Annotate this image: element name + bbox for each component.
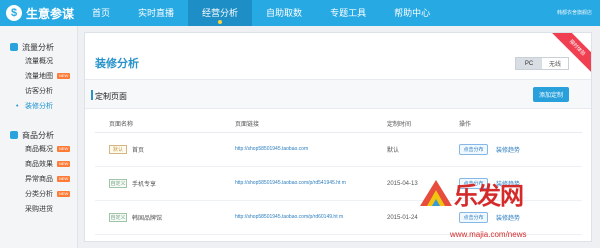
actions-cell: 点击分布 装修趋势 (445, 212, 582, 223)
table-row: 自定义 韩国品牌馆 http://shop58501945.taobao.com… (95, 201, 582, 235)
sidebar-item-product-effect[interactable]: 商品效果 NEW (0, 157, 77, 172)
page-name: 韩国品牌馆 (132, 216, 163, 222)
nav-home[interactable]: 首页 (78, 0, 124, 26)
click-distribution-button[interactable]: 点击分布 (459, 212, 488, 223)
nav-help[interactable]: 帮助中心 (380, 0, 444, 26)
sidebar-item-label: 装修分析 (25, 103, 53, 110)
sidebar-item-visitor-analysis[interactable]: 访客分析 (0, 84, 77, 99)
sidebar-item-purchase[interactable]: 采购进货 (0, 202, 77, 217)
pc-toggle-button[interactable]: PC (516, 58, 542, 69)
table-row: 自定义 手机专享 http://shop58501945.taobao.com/… (95, 167, 582, 201)
custom-pages-table: 页面名称 页面链接 定制时间 操作 默认 首页 http://shop58501… (95, 115, 582, 235)
sidebar-item-label: 商品效果 (25, 161, 53, 168)
sidebar-item-category-analysis[interactable]: 分类分析 NEW (0, 187, 77, 202)
nav-tools[interactable]: 专题工具 (316, 0, 380, 26)
page-name: 首页 (132, 148, 145, 154)
page-link[interactable]: http://shop58501945.taobao.com/p/rd60149… (235, 214, 343, 220)
actions-cell: 点击分布 装修趋势 (445, 144, 582, 155)
sidebar-group-title: 商品分析 (0, 128, 77, 142)
table-row: 默认 首页 http://shop58501945.taobao.com 默认 … (95, 133, 582, 167)
logo-icon: $ (6, 5, 22, 21)
user-name[interactable]: 韩都衣舍旗舰店 (557, 9, 592, 16)
sidebar-item-decoration-analysis[interactable]: 装修分析 (0, 99, 77, 114)
header-actions: 操作 (459, 122, 472, 128)
top-navigation-bar: $ 生意参谋 首页 实时直播 经营分析 自助取数 专题工具 帮助中心 韩都衣舍旗… (0, 0, 600, 26)
app-name: 生意参谋 (26, 6, 75, 21)
page-link[interactable]: http://shop58501945.taobao.com/p/rd54194… (235, 180, 346, 186)
actions-cell: 点击分布 装修趋势 (445, 178, 582, 189)
header-page-name: 页面名称 (109, 122, 134, 128)
custom-time-cell: 2015-01-24 (387, 214, 418, 221)
sidebar: 流量分析 流量概况 流量地图 NEW 访客分析 装修分析 商品分析 商品概况 NEW… (0, 26, 78, 248)
sidebar-item-traffic-map[interactable]: 流量地图 NEW (0, 69, 77, 84)
page-link-cell: http://shop58501945.taobao.com/p/rd60149… (221, 214, 373, 221)
nav-business-analysis[interactable]: 经营分析 (188, 0, 253, 26)
sidebar-item-label: 流量地图 (25, 73, 53, 80)
default-tag: 默认 (109, 145, 127, 154)
new-badge: NEW (57, 191, 71, 198)
page-link-cell: http://shop58501945.taobao.com (221, 146, 373, 153)
custom-tag: 自定义 (109, 179, 127, 188)
sidebar-item-label: 异常商品 (25, 176, 53, 183)
new-badge: NEW (57, 73, 71, 80)
header-page-link: 页面链接 (235, 122, 260, 128)
new-badge: NEW (57, 146, 71, 153)
custom-time-cell: 2015-04-13 (387, 180, 418, 187)
sidebar-item-label: 采购进货 (25, 206, 53, 213)
section-marker (91, 90, 93, 100)
section-title: 定制页面 (95, 92, 127, 101)
page-link[interactable]: http://shop58501945.taobao.com (235, 146, 308, 152)
main-content: 装修分析 限时体验 PC 无线 定制页面 添加定制 页面名称 页面链接 定制时间… (84, 32, 592, 242)
sidebar-item-label: 访客分析 (25, 88, 53, 95)
sidebar-item-product-overview[interactable]: 商品概况 NEW (0, 142, 77, 157)
custom-tag: 自定义 (109, 213, 127, 222)
sidebar-item-traffic-overview[interactable]: 流量概况 (0, 54, 77, 69)
nav-self-data[interactable]: 自助取数 (252, 0, 316, 26)
group-title-text: 商品分析 (22, 130, 54, 140)
page-name-cell: 默认 首页 (95, 145, 221, 154)
new-badge: NEW (57, 176, 71, 183)
page-name-cell: 自定义 韩国品牌馆 (95, 213, 221, 222)
page-link-cell: http://shop58501945.taobao.com/p/rd54194… (221, 180, 373, 187)
traffic-icon (10, 43, 18, 51)
header-custom-time: 定制时间 (387, 122, 412, 128)
app-logo[interactable]: $ 生意参谋 (6, 3, 74, 23)
sidebar-group-title: 流量分析 (0, 40, 77, 54)
sidebar-group-product: 商品分析 商品概况 NEW 商品效果 NEW 异常商品 NEW 分类分析 NEW 采购进… (0, 128, 77, 217)
sidebar-group-traffic: 流量分析 流量概况 流量地图 NEW 访客分析 装修分析 (0, 40, 77, 114)
sidebar-item-label: 商品概况 (25, 146, 53, 153)
custom-pages-header: 定制页面 添加定制 (85, 79, 591, 109)
main-nav: 首页 实时直播 经营分析 自助取数 专题工具 帮助中心 (78, 0, 444, 26)
custom-time-cell: 默认 (387, 148, 400, 154)
page-title: 装修分析 (95, 58, 139, 70)
group-title-text: 流量分析 (22, 42, 54, 52)
wireless-toggle-button[interactable]: 无线 (542, 58, 568, 69)
sidebar-item-label: 分类分析 (25, 191, 53, 198)
product-icon (10, 131, 18, 139)
decoration-trend-link[interactable]: 装修趋势 (496, 179, 520, 188)
new-badge: NEW (57, 161, 71, 168)
nav-live[interactable]: 实时直播 (124, 0, 188, 26)
page-name: 手机专享 (132, 182, 157, 188)
decoration-trend-link[interactable]: 装修趋势 (496, 213, 520, 222)
sidebar-item-abnormal-products[interactable]: 异常商品 NEW (0, 172, 77, 187)
add-custom-button[interactable]: 添加定制 (533, 87, 569, 102)
decoration-trend-link[interactable]: 装修趋势 (496, 145, 520, 154)
page-name-cell: 自定义 手机专享 (95, 179, 221, 188)
click-distribution-button[interactable]: 点击分布 (459, 178, 488, 189)
sidebar-item-label: 流量概况 (25, 58, 53, 65)
table-header: 页面名称 页面链接 定制时间 操作 (95, 115, 582, 133)
device-toggle: PC 无线 (515, 57, 569, 70)
click-distribution-button[interactable]: 点击分布 (459, 144, 488, 155)
